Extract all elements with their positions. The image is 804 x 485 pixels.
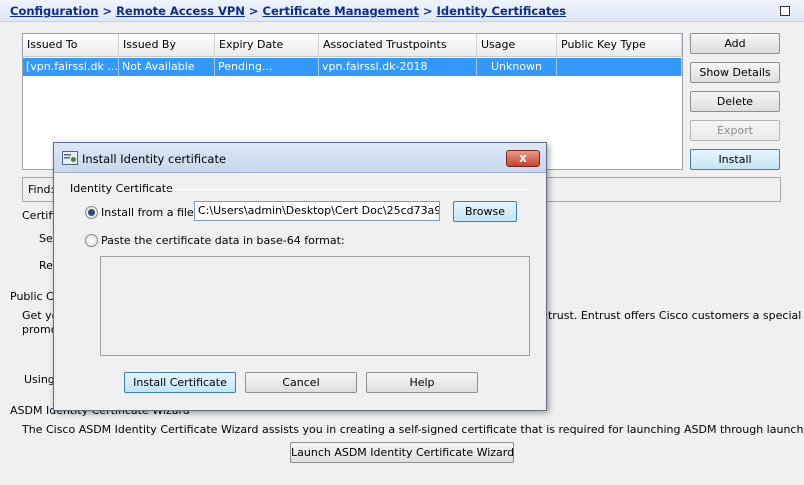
find-label: Find: (28, 183, 55, 196)
group-divider (164, 189, 529, 190)
help-button[interactable]: Help (366, 372, 478, 393)
table-header: Issued To Issued By Expiry Date Associat… (23, 34, 682, 57)
breadcrumb-configuration[interactable]: Configuration (10, 4, 98, 18)
using-text: Using (24, 373, 55, 386)
column-header-trustpoints[interactable]: Associated Trustpoints (319, 34, 477, 57)
export-button[interactable]: Export (690, 120, 780, 141)
cell-issued-by: Not Available (119, 58, 215, 76)
wizard-description: The Cisco ASDM Identity Certificate Wiza… (22, 423, 804, 436)
certificate-icon (62, 151, 78, 165)
dialog-title-bar[interactable]: Install Identity certificate x (54, 143, 546, 173)
show-details-button[interactable]: Show Details (690, 62, 780, 83)
launch-wizard-button[interactable]: Launch ASDM Identity Certificate Wizard (290, 442, 514, 463)
column-header-issued-to[interactable]: Issued To (23, 34, 119, 57)
table-row[interactable]: [vpn.fairssl.dk ... Not Available Pendin… (23, 58, 682, 76)
install-from-file-radio[interactable] (85, 206, 98, 219)
paste-base64-label[interactable]: Paste the certificate data in base-64 fo… (101, 234, 345, 247)
identity-certificate-group-label: Identity Certificate (70, 182, 173, 195)
install-certificate-button[interactable]: Install Certificate (124, 372, 236, 393)
cell-usage: Unknown (477, 58, 557, 76)
breadcrumb-remote-access-vpn[interactable]: Remote Access VPN (116, 4, 245, 18)
column-header-usage[interactable]: Usage (477, 34, 557, 57)
breadcrumb-identity-certificates[interactable]: Identity Certificates (437, 4, 567, 18)
cell-trustpoints: vpn.fairssl.dk-2018 (319, 58, 477, 76)
cell-public-key-type (557, 58, 682, 76)
breadcrumb-separator: > (248, 4, 259, 18)
delete-button[interactable]: Delete (690, 91, 780, 112)
column-header-issued-by[interactable]: Issued By (119, 34, 215, 57)
add-button[interactable]: Add (690, 33, 780, 54)
column-header-expiry-date[interactable]: Expiry Date (215, 34, 319, 57)
install-button[interactable]: Install (690, 149, 780, 170)
paste-base64-radio[interactable] (85, 234, 98, 247)
close-icon[interactable]: x (506, 150, 540, 167)
cell-issued-to: [vpn.fairssl.dk ... (23, 58, 119, 76)
entrust-text: ntrust. Entrust offers Cisco customers a… (541, 309, 802, 322)
breadcrumb-bar: Configuration > Remote Access VPN > Certific… (0, 0, 804, 22)
install-from-file-label[interactable]: Install from a file: (101, 206, 197, 219)
cell-expiry-date: Pending... (215, 58, 319, 76)
install-identity-certificate-dialog: Install Identity certificate x Identity … (53, 142, 547, 411)
column-header-public-key-type[interactable]: Public Key Type (557, 34, 682, 57)
re-label: Re (39, 259, 53, 272)
certificate-section-label: Certifi (22, 209, 56, 222)
dialog-title: Install Identity certificate (82, 152, 227, 166)
breadcrumb-separator: > (422, 4, 433, 18)
maximize-icon[interactable] (780, 6, 790, 16)
cancel-button[interactable]: Cancel (245, 372, 357, 393)
breadcrumb: Configuration > Remote Access VPN > Certific… (10, 4, 566, 18)
breadcrumb-certificate-management[interactable]: Certificate Management (263, 4, 419, 18)
file-path-input[interactable]: C:\Users\admin\Desktop\Cert Doc\25cd73a9… (194, 201, 440, 221)
certificate-data-textarea[interactable] (100, 256, 530, 356)
browse-button[interactable]: Browse (453, 201, 517, 222)
breadcrumb-separator: > (102, 4, 113, 18)
se-label: Se (39, 232, 53, 245)
